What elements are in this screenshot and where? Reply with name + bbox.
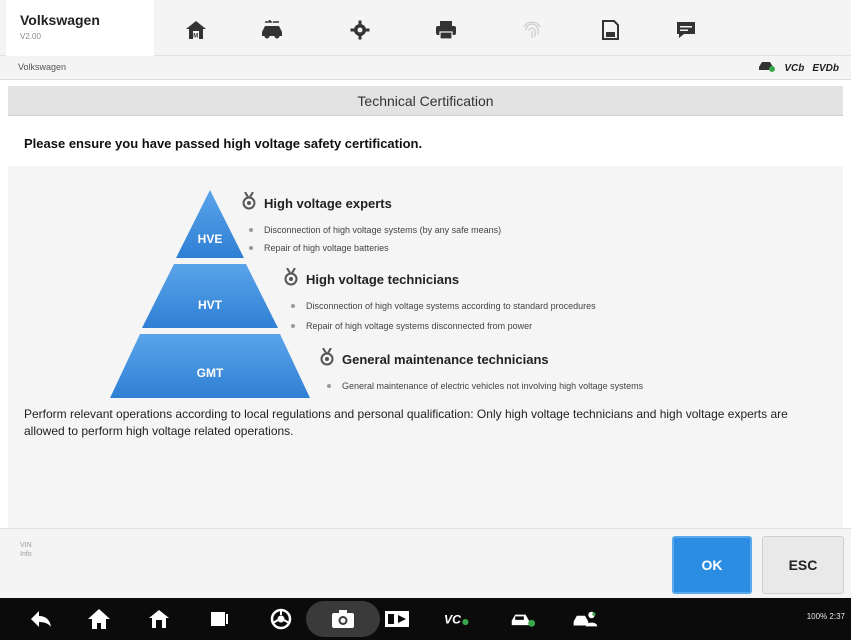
connection-status: VCb EVDb xyxy=(758,60,839,76)
fingerprint-icon[interactable] xyxy=(494,12,570,48)
regulation-note: Perform relevant operations according to… xyxy=(24,407,788,438)
save-icon[interactable] xyxy=(572,12,648,48)
browser-icon[interactable] xyxy=(268,607,294,631)
battery-clock: 100% 2:37 xyxy=(806,612,845,621)
pyramid-label-hve: HVE xyxy=(197,232,223,246)
back-icon[interactable] xyxy=(28,607,54,631)
level-title: General maintenance technicians xyxy=(342,352,549,367)
vci-status: VCb xyxy=(784,62,805,74)
system-status: 100% 2:37 xyxy=(807,612,845,621)
level-item: General maintenance of electric vehicles… xyxy=(320,381,643,391)
medal-icon xyxy=(284,267,298,291)
certification-warning: Please ensure you have passed high volta… xyxy=(24,136,423,151)
recent-apps-icon[interactable] xyxy=(206,607,232,631)
home-icon[interactable]: M xyxy=(158,12,234,48)
pyramid-middle-tier xyxy=(142,264,278,328)
level-general-maintenance-technicians: General maintenance technicians General … xyxy=(320,347,643,391)
system-navbar xyxy=(0,598,851,640)
remote-expert-icon[interactable] xyxy=(572,607,598,631)
esc-button[interactable]: ESC xyxy=(762,536,844,594)
level-item: Repair of high voltage batteries xyxy=(242,243,501,253)
title-bar: Technical Certification xyxy=(8,86,843,116)
vci-manager-icon[interactable]: VC xyxy=(444,607,470,631)
vin-info: VIN Info xyxy=(20,541,32,559)
video-icon[interactable] xyxy=(384,607,410,631)
print-icon[interactable] xyxy=(408,12,484,48)
level-high-voltage-experts: High voltage experts Disconnection of hi… xyxy=(242,191,501,253)
app-version: V2.00 xyxy=(20,32,41,41)
level-title: High voltage experts xyxy=(264,196,392,211)
svg-text:VC: VC xyxy=(444,613,461,627)
settings-icon[interactable] xyxy=(322,12,398,48)
certification-panel: HVE HVT GMT High voltage experts Disconn… xyxy=(8,166,843,528)
level-item: Repair of high voltage systems disconnec… xyxy=(284,321,596,331)
evdiag-status: EVDb xyxy=(812,62,839,74)
svg-text:M: M xyxy=(193,34,198,40)
ok-button[interactable]: OK xyxy=(672,536,752,594)
level-item: Disconnection of high voltage systems (b… xyxy=(242,225,501,235)
message-icon[interactable] xyxy=(648,12,724,48)
app-title: Volkswagen xyxy=(20,12,100,28)
medal-icon xyxy=(320,347,334,371)
breadcrumb-bar: Volkswagen VCb EVDb xyxy=(0,56,851,80)
header-bar: Volkswagen V2.00 M xyxy=(0,0,851,56)
brand-block: Volkswagen V2.00 xyxy=(6,0,154,56)
pyramid-top-tier xyxy=(176,190,244,258)
vehicle-swap-icon[interactable] xyxy=(234,12,310,48)
level-title: High voltage technicians xyxy=(306,272,460,287)
level-item: Disconnection of high voltage systems ac… xyxy=(284,301,596,311)
medal-icon xyxy=(242,191,256,215)
pyramid-label-gmt: GMT xyxy=(196,366,224,380)
autel-home-icon[interactable] xyxy=(146,607,172,631)
home-nav-icon[interactable] xyxy=(86,607,112,631)
pyramid-label-hvt: HVT xyxy=(198,298,222,312)
level-high-voltage-technicians: High voltage technicians Disconnection o… xyxy=(284,267,596,331)
breadcrumb: Volkswagen xyxy=(18,62,67,72)
vehicle-connected-icon xyxy=(758,59,776,77)
vin-label: VIN xyxy=(20,542,32,549)
info-label: Info xyxy=(20,551,32,558)
vehicle-status-icon[interactable] xyxy=(510,607,536,631)
page-title: Technical Certification xyxy=(357,93,494,109)
camera-icon[interactable] xyxy=(330,607,356,631)
